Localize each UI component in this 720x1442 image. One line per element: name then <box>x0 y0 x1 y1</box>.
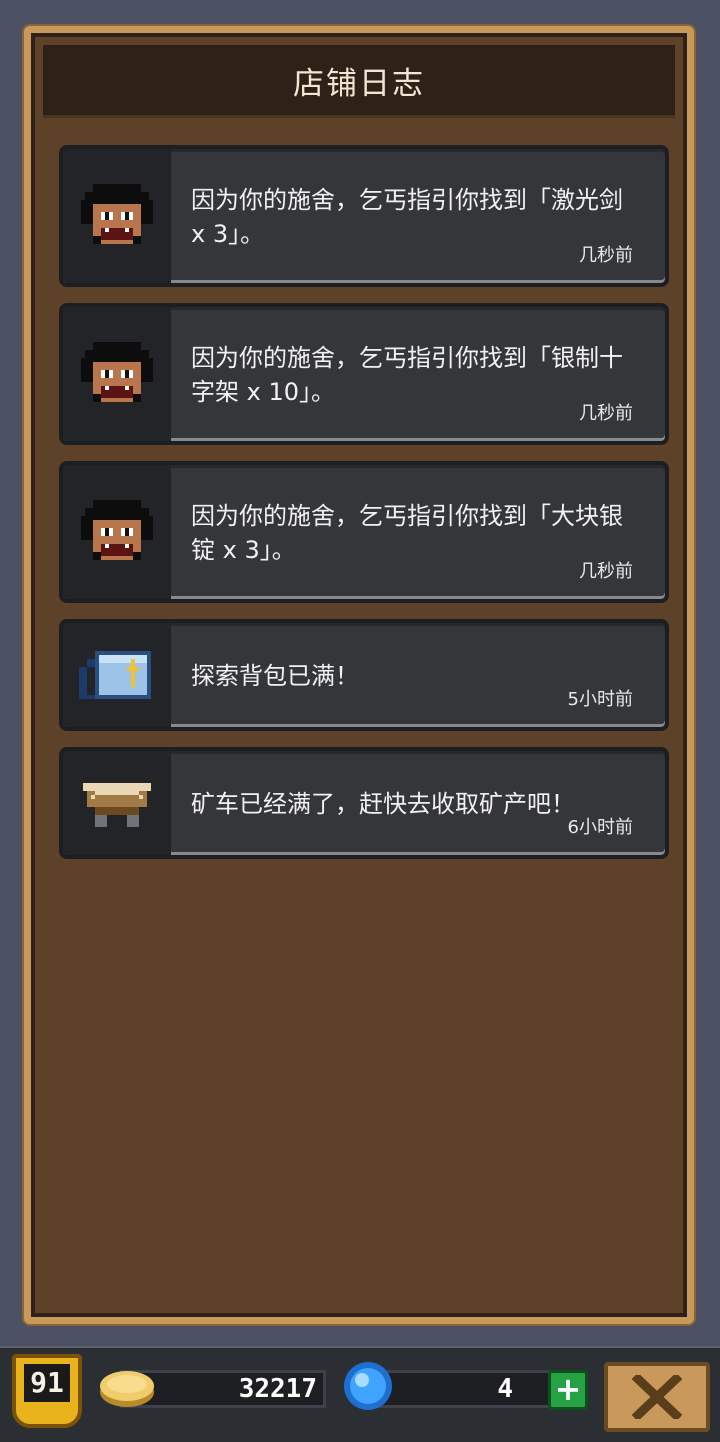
log-item-icon-cell <box>63 623 171 727</box>
log-time: 6小时前 <box>567 817 633 838</box>
gold-value: 32217 <box>238 1374 317 1404</box>
log-list[interactable]: 因为你的施舍，乞丐指引你找到「激光剑 x 3」。 几秒前 因为你的施舍，乞丐指引… <box>59 145 669 875</box>
log-message: 因为你的施舍，乞丐指引你找到「大块银锭 x 3」。 <box>191 502 623 564</box>
status-bar: 91 32217 4 + <box>0 1346 720 1442</box>
minecart-icon <box>83 783 151 827</box>
level-badge[interactable]: 91 <box>12 1354 82 1428</box>
log-time: 5小时前 <box>567 689 633 710</box>
log-item-icon-cell <box>63 149 171 283</box>
plus-icon: + <box>554 1370 582 1408</box>
log-item-body: 因为你的施舍，乞丐指引你找到「大块银锭 x 3」。 几秒前 <box>171 465 665 599</box>
coin-icon <box>100 1371 154 1407</box>
log-item-icon-cell <box>63 465 171 599</box>
beggar-icon <box>81 500 153 560</box>
level-value: 91 <box>24 1364 70 1402</box>
log-time: 几秒前 <box>579 403 633 424</box>
beggar-icon <box>81 184 153 244</box>
log-item[interactable]: 因为你的施舍，乞丐指引你找到「大块银锭 x 3」。 几秒前 <box>59 461 669 603</box>
panel-header: 店铺日志 <box>43 45 675 118</box>
log-item-icon-cell <box>63 307 171 441</box>
panel-title: 店铺日志 <box>293 65 425 102</box>
log-time: 几秒前 <box>579 561 633 582</box>
log-item[interactable]: 因为你的施舍，乞丐指引你找到「银制十字架 x 10」。 几秒前 <box>59 303 669 445</box>
log-time: 几秒前 <box>579 245 633 266</box>
gem-icon <box>344 1362 392 1410</box>
log-item[interactable]: 矿车已经满了，赶快去收取矿产吧！ 6小时前 <box>59 747 669 859</box>
log-item-body: 因为你的施舍，乞丐指引你找到「银制十字架 x 10」。 几秒前 <box>171 307 665 441</box>
close-button[interactable] <box>604 1362 710 1432</box>
log-item-icon-cell <box>63 751 171 855</box>
log-item-body: 因为你的施舍，乞丐指引你找到「激光剑 x 3」。 几秒前 <box>171 149 665 283</box>
gem-value: 4 <box>497 1374 513 1404</box>
log-item-body: 探索背包已满！ 5小时前 <box>171 623 665 727</box>
add-gems-button[interactable]: + <box>548 1370 588 1410</box>
log-item[interactable]: 探索背包已满！ 5小时前 <box>59 619 669 731</box>
log-item-body: 矿车已经满了，赶快去收取矿产吧！ 6小时前 <box>171 751 665 855</box>
log-item[interactable]: 因为你的施舍，乞丐指引你找到「激光剑 x 3」。 几秒前 <box>59 145 669 287</box>
log-message: 因为你的施舍，乞丐指引你找到「激光剑 x 3」。 <box>191 186 623 248</box>
beggar-icon <box>81 342 153 402</box>
close-icon <box>632 1375 682 1419</box>
backpack-icon <box>79 651 151 699</box>
shop-log-panel: 店铺日志 因为你的施舍，乞丐指引你找到「激光剑 x 3」。 几秒前 因为你的施舍… <box>24 26 694 1324</box>
log-message: 因为你的施舍，乞丐指引你找到「银制十字架 x 10」。 <box>191 344 623 406</box>
